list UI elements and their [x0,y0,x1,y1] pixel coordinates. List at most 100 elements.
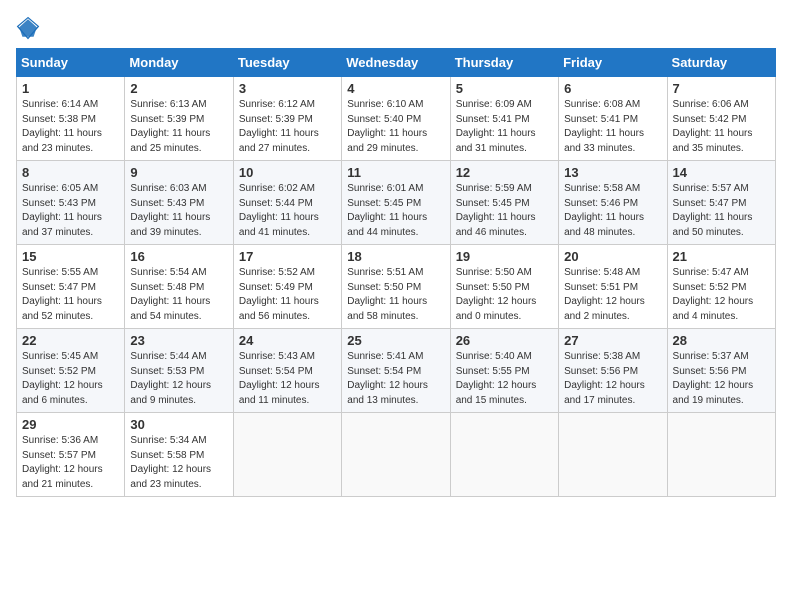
day-of-week-header: Tuesday [233,49,341,77]
day-number: 10 [239,165,336,180]
day-of-week-header: Wednesday [342,49,450,77]
day-info: Sunrise: 6:05 AM Sunset: 5:43 PM Dayligh… [22,182,119,240]
day-number: 16 [130,249,227,264]
calendar-cell: 8 Sunrise: 6:05 AM Sunset: 5:43 PM Daylig… [17,161,125,245]
day-info: Sunrise: 6:01 AM Sunset: 5:45 PM Dayligh… [347,182,444,240]
day-of-week-header: Saturday [667,49,775,77]
day-number: 13 [564,165,661,180]
calendar-cell: 1 Sunrise: 6:14 AM Sunset: 5:38 PM Daylig… [17,77,125,161]
day-info: Sunrise: 5:44 AM Sunset: 5:53 PM Dayligh… [130,350,227,408]
day-number: 6 [564,81,661,96]
day-of-week-header: Monday [125,49,233,77]
day-of-week-header: Friday [559,49,667,77]
day-info: Sunrise: 6:08 AM Sunset: 5:41 PM Dayligh… [564,98,661,156]
calendar-cell [667,413,775,497]
calendar-cell: 6 Sunrise: 6:08 AM Sunset: 5:41 PM Daylig… [559,77,667,161]
day-number: 25 [347,333,444,348]
logo [16,16,44,40]
day-number: 11 [347,165,444,180]
calendar-week-row: 1 Sunrise: 6:14 AM Sunset: 5:38 PM Daylig… [17,77,776,161]
day-info: Sunrise: 5:37 AM Sunset: 5:56 PM Dayligh… [673,350,770,408]
day-info: Sunrise: 5:36 AM Sunset: 5:57 PM Dayligh… [22,434,119,492]
day-of-week-header: Sunday [17,49,125,77]
calendar-cell: 19 Sunrise: 5:50 AM Sunset: 5:50 PM Dayli… [450,245,558,329]
day-number: 12 [456,165,553,180]
calendar-cell: 4 Sunrise: 6:10 AM Sunset: 5:40 PM Daylig… [342,77,450,161]
day-number: 29 [22,417,119,432]
calendar-cell [450,413,558,497]
day-info: Sunrise: 5:51 AM Sunset: 5:50 PM Dayligh… [347,266,444,324]
day-info: Sunrise: 6:02 AM Sunset: 5:44 PM Dayligh… [239,182,336,240]
calendar-cell [233,413,341,497]
day-number: 15 [22,249,119,264]
day-number: 7 [673,81,770,96]
calendar-cell: 13 Sunrise: 5:58 AM Sunset: 5:46 PM Dayli… [559,161,667,245]
day-info: Sunrise: 5:59 AM Sunset: 5:45 PM Dayligh… [456,182,553,240]
calendar-cell: 27 Sunrise: 5:38 AM Sunset: 5:56 PM Dayli… [559,329,667,413]
day-number: 1 [22,81,119,96]
calendar-cell: 23 Sunrise: 5:44 AM Sunset: 5:53 PM Dayli… [125,329,233,413]
day-number: 30 [130,417,227,432]
day-number: 27 [564,333,661,348]
calendar-cell: 5Sunrise: 6:09 AM Sunset: 5:41 PM Daylig… [450,77,558,161]
day-info: Sunrise: 6:14 AM Sunset: 5:38 PM Dayligh… [22,98,119,156]
calendar-table: SundayMondayTuesdayWednesdayThursdayFrid… [16,48,776,497]
day-number: 19 [456,249,553,264]
day-info: Sunrise: 5:45 AM Sunset: 5:52 PM Dayligh… [22,350,119,408]
calendar-cell: 9Sunrise: 6:03 AM Sunset: 5:43 PM Daylig… [125,161,233,245]
day-info: Sunrise: 5:50 AM Sunset: 5:50 PM Dayligh… [456,266,553,324]
calendar-cell: 30Sunrise: 5:34 AM Sunset: 5:58 PM Dayli… [125,413,233,497]
day-info: Sunrise: 6:10 AM Sunset: 5:40 PM Dayligh… [347,98,444,156]
day-number: 20 [564,249,661,264]
calendar-week-row: 29 Sunrise: 5:36 AM Sunset: 5:57 PM Dayli… [17,413,776,497]
day-number: 9 [130,165,227,180]
day-number: 5 [456,81,553,96]
calendar-cell: 11 Sunrise: 6:01 AM Sunset: 5:45 PM Dayli… [342,161,450,245]
calendar-cell: 18Sunrise: 5:51 AM Sunset: 5:50 PM Dayli… [342,245,450,329]
calendar-cell: 15 Sunrise: 5:55 AM Sunset: 5:47 PM Dayli… [17,245,125,329]
calendar-cell: 29 Sunrise: 5:36 AM Sunset: 5:57 PM Dayli… [17,413,125,497]
day-info: Sunrise: 5:52 AM Sunset: 5:49 PM Dayligh… [239,266,336,324]
day-info: Sunrise: 6:06 AM Sunset: 5:42 PM Dayligh… [673,98,770,156]
day-info: Sunrise: 5:58 AM Sunset: 5:46 PM Dayligh… [564,182,661,240]
day-info: Sunrise: 5:43 AM Sunset: 5:54 PM Dayligh… [239,350,336,408]
day-info: Sunrise: 5:47 AM Sunset: 5:52 PM Dayligh… [673,266,770,324]
calendar-cell: 7 Sunrise: 6:06 AM Sunset: 5:42 PM Daylig… [667,77,775,161]
day-number: 17 [239,249,336,264]
calendar-cell: 21 Sunrise: 5:47 AM Sunset: 5:52 PM Dayli… [667,245,775,329]
calendar-cell [559,413,667,497]
calendar-cell: 26 Sunrise: 5:40 AM Sunset: 5:55 PM Dayli… [450,329,558,413]
day-info: Sunrise: 5:38 AM Sunset: 5:56 PM Dayligh… [564,350,661,408]
calendar-cell: 16Sunrise: 5:54 AM Sunset: 5:48 PM Dayli… [125,245,233,329]
day-info: Sunrise: 5:57 AM Sunset: 5:47 PM Dayligh… [673,182,770,240]
day-info: Sunrise: 5:48 AM Sunset: 5:51 PM Dayligh… [564,266,661,324]
day-info: Sunrise: 5:55 AM Sunset: 5:47 PM Dayligh… [22,266,119,324]
calendar-cell: 28 Sunrise: 5:37 AM Sunset: 5:56 PM Dayli… [667,329,775,413]
day-number: 26 [456,333,553,348]
day-number: 21 [673,249,770,264]
day-number: 14 [673,165,770,180]
calendar-cell: 25 Sunrise: 5:41 AM Sunset: 5:54 PM Dayli… [342,329,450,413]
page-header [16,16,776,40]
calendar-week-row: 15 Sunrise: 5:55 AM Sunset: 5:47 PM Dayli… [17,245,776,329]
calendar-cell: 24Sunrise: 5:43 AM Sunset: 5:54 PM Dayli… [233,329,341,413]
logo-icon [16,16,40,40]
day-number: 3 [239,81,336,96]
calendar-cell: 20 Sunrise: 5:48 AM Sunset: 5:51 PM Dayli… [559,245,667,329]
day-number: 23 [130,333,227,348]
day-info: Sunrise: 6:13 AM Sunset: 5:39 PM Dayligh… [130,98,227,156]
day-info: Sunrise: 5:41 AM Sunset: 5:54 PM Dayligh… [347,350,444,408]
calendar-cell: 2 Sunrise: 6:13 AM Sunset: 5:39 PM Daylig… [125,77,233,161]
day-number: 22 [22,333,119,348]
day-number: 2 [130,81,227,96]
day-of-week-header: Thursday [450,49,558,77]
calendar-week-row: 22 Sunrise: 5:45 AM Sunset: 5:52 PM Dayli… [17,329,776,413]
calendar-cell [342,413,450,497]
calendar-cell: 17 Sunrise: 5:52 AM Sunset: 5:49 PM Dayli… [233,245,341,329]
day-number: 8 [22,165,119,180]
day-number: 4 [347,81,444,96]
day-info: Sunrise: 5:40 AM Sunset: 5:55 PM Dayligh… [456,350,553,408]
calendar-cell: 10 Sunrise: 6:02 AM Sunset: 5:44 PM Dayli… [233,161,341,245]
day-number: 28 [673,333,770,348]
calendar-header-row: SundayMondayTuesdayWednesdayThursdayFrid… [17,49,776,77]
